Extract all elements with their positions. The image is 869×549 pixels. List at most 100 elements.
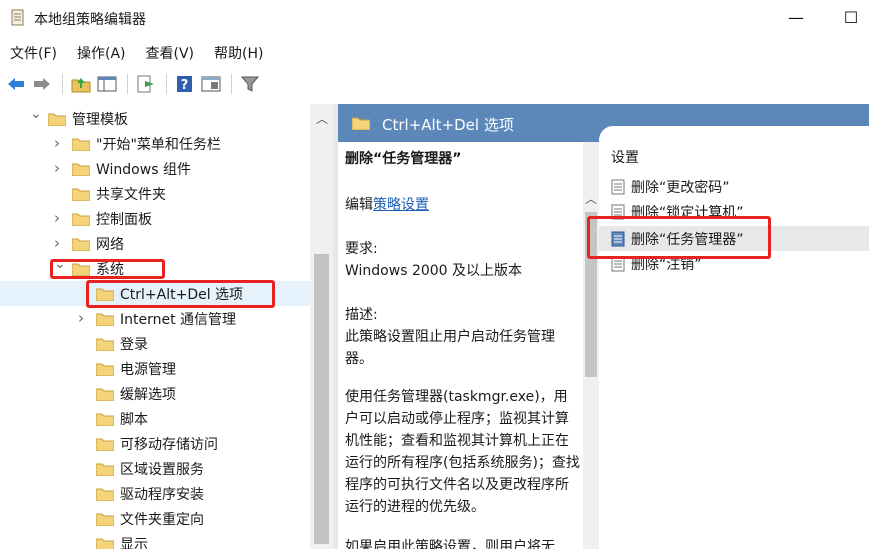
chevron-right-icon[interactable]: › [54, 236, 64, 251]
folder-icon [72, 163, 90, 176]
requirements-label: 要求: [345, 241, 378, 257]
tree-item[interactable]: › "开始"菜单和任务栏 [0, 131, 310, 156]
tree-item-label: 区域设置服务 [120, 462, 204, 478]
tree-item[interactable]: 文件夹重定向 [0, 506, 310, 531]
folder-icon [72, 188, 90, 201]
folder-icon [96, 363, 114, 376]
tree-item-label: 可移动存储访问 [120, 437, 218, 453]
folder-icon [72, 213, 90, 226]
scroll-up-arrow[interactable]: ︿ [585, 190, 597, 207]
tree-item-label: Internet 通信管理 [120, 312, 237, 328]
toolbar-separator [127, 74, 128, 94]
tree-item-label: 脚本 [120, 412, 148, 428]
highlight-box-ctrl-alt-del [86, 280, 275, 308]
folder-icon [72, 138, 90, 151]
edit-prefix: 编辑 [345, 197, 373, 213]
scroll-thumb[interactable] [314, 254, 329, 544]
tree-item-label: 显示 [120, 537, 148, 549]
tree-item-label: 共享文件夹 [96, 187, 166, 203]
folder-icon [96, 463, 114, 476]
description-label: 描述: [345, 307, 378, 323]
folder-icon [352, 117, 370, 130]
tree-item[interactable]: 共享文件夹 [0, 181, 310, 206]
settings-column-header[interactable]: 设置 [611, 147, 639, 167]
details-pane: Ctrl+Alt+Del 选项 删除“任务管理器” 编辑策略设置 要求: Win… [338, 104, 869, 549]
usage-text: 使用任务管理器(taskmgr.exe)，用户可以启动或停止程序；监视其计算机性… [345, 389, 580, 515]
description-scrollbar[interactable]: ︿ [583, 142, 599, 549]
toolbar-separator [62, 74, 63, 94]
folder-icon [96, 488, 114, 501]
folder-icon [48, 113, 66, 126]
up-folder-icon[interactable] [69, 72, 93, 96]
policy-description: 删除“任务管理器” 编辑策略设置 要求: Windows 2000 及以上版本 … [338, 142, 583, 549]
toolbar-separator [166, 74, 167, 94]
properties-icon[interactable] [199, 72, 223, 96]
tree-item[interactable]: › Windows 组件 [0, 156, 310, 181]
tree-item-label: 网络 [96, 237, 124, 253]
back-icon[interactable] [4, 72, 28, 96]
tree-item[interactable]: › 网络 [0, 231, 310, 256]
export-list-icon[interactable] [134, 72, 158, 96]
menu-view[interactable]: 查看(V) [136, 40, 205, 64]
policy-tree: ⌄ 管理模板 › "开始"菜单和任务栏 › Windows 组件共享文件夹 › 控制面板 › 网络… [0, 104, 333, 549]
filter-icon[interactable] [238, 72, 262, 96]
tree-item[interactable]: › Internet 通信管理 [0, 306, 310, 331]
tree-item-label: 控制面板 [96, 212, 152, 228]
description-text: 此策略设置阻止用户启动任务管理器。 [345, 329, 555, 367]
highlight-box-remove-task-manager [587, 216, 771, 259]
chevron-right-icon[interactable]: › [78, 311, 88, 326]
requirements-value: Windows 2000 及以上版本 [345, 263, 523, 279]
help-icon[interactable]: ? [173, 72, 197, 96]
chevron-down-icon[interactable]: ⌄ [30, 107, 42, 121]
list-item-label: 删除“更改密码” [631, 180, 730, 196]
chevron-right-icon[interactable]: › [54, 136, 64, 151]
folder-icon [96, 513, 114, 526]
folder-icon [96, 388, 114, 401]
list-item[interactable]: 删除“更改密码” [599, 174, 869, 199]
tree-item[interactable]: 电源管理 [0, 356, 310, 381]
policy-settings-link[interactable]: 策略设置 [373, 197, 429, 213]
svg-text:?: ? [181, 78, 189, 93]
scroll-up-arrow[interactable]: ︿ [316, 110, 328, 127]
tree-item[interactable]: 区域设置服务 [0, 456, 310, 481]
menu-bar: 文件(F) 操作(A) 查看(V) 帮助(H) [0, 40, 869, 64]
folder-icon [96, 538, 114, 549]
edit-policy-line: 编辑策略设置 [345, 194, 580, 216]
tree-item-label: "开始"菜单和任务栏 [96, 137, 221, 153]
show-hide-tree-icon[interactable] [95, 72, 119, 96]
details-header-title: Ctrl+Alt+Del 选项 [382, 116, 514, 134]
forward-icon[interactable] [30, 72, 54, 96]
folder-icon [96, 438, 114, 451]
maximize-button[interactable]: ☐ [836, 6, 866, 30]
tree-item[interactable]: 可移动存储访问 [0, 431, 310, 456]
window-title: 本地组策略编辑器 [34, 12, 146, 28]
tree-item[interactable]: › 控制面板 [0, 206, 310, 231]
policy-setting-icon [611, 179, 625, 195]
folder-icon [96, 338, 114, 351]
tree-item[interactable]: 显示 [0, 531, 310, 549]
folder-icon [96, 313, 114, 326]
folder-icon [96, 413, 114, 426]
policy-editor-app-icon [11, 9, 24, 26]
tree-item-label: 文件夹重定向 [120, 512, 204, 528]
toolbar-separator [231, 74, 232, 94]
minimize-button[interactable]: — [781, 6, 811, 30]
chevron-right-icon[interactable]: › [54, 161, 64, 176]
menu-help[interactable]: 帮助(H) [204, 40, 273, 64]
tree-item[interactable]: 缓解选项 [0, 381, 310, 406]
title-bar: 本地组策略编辑器 — ☐ [0, 0, 869, 36]
highlight-box-system [50, 259, 165, 279]
tree-item-label: 缓解选项 [120, 387, 176, 403]
tree-item[interactable]: 脚本 [0, 406, 310, 431]
tree-item[interactable]: ⌄ 管理模板 [0, 106, 310, 131]
menu-file[interactable]: 文件(F) [0, 40, 67, 64]
tree-item-label: 管理模板 [72, 112, 128, 128]
tree-item-label: 驱动程序安装 [120, 487, 204, 503]
tree-scrollbar[interactable]: ︿ [310, 104, 333, 549]
folder-icon [72, 238, 90, 251]
tree-item[interactable]: 登录 [0, 331, 310, 356]
menu-action[interactable]: 操作(A) [67, 40, 136, 64]
tree-item-label: 登录 [120, 337, 148, 353]
chevron-right-icon[interactable]: › [54, 211, 64, 226]
tree-item[interactable]: 驱动程序安装 [0, 481, 310, 506]
